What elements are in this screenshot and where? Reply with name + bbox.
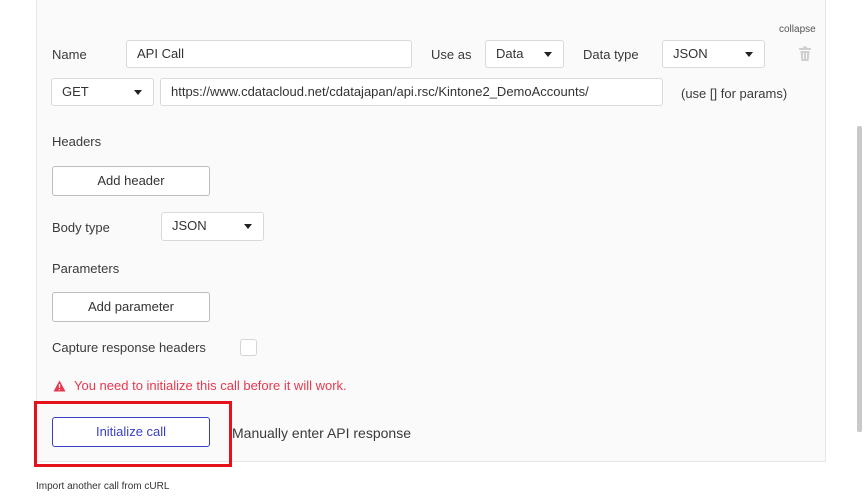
import-curl-link[interactable]: Import another call from cURL xyxy=(36,479,169,495)
data-type-select[interactable]: JSON xyxy=(662,40,765,68)
parameters-label: Parameters xyxy=(52,261,120,276)
data-type-label: Data type xyxy=(583,47,639,62)
use-as-select[interactable]: Data xyxy=(485,40,564,68)
capture-headers-checkbox[interactable] xyxy=(240,339,257,356)
data-type-value: JSON xyxy=(673,46,708,61)
chevron-down-icon xyxy=(745,52,753,57)
url-input[interactable]: https://www.cdatacloud.net/cdatajapan/ap… xyxy=(160,78,663,106)
name-input[interactable]: API Call xyxy=(126,40,412,68)
add-parameter-button[interactable]: Add parameter xyxy=(52,292,210,322)
capture-headers-label: Capture response headers xyxy=(52,340,206,355)
params-hint: (use [] for params) xyxy=(681,86,788,101)
method-select[interactable]: GET xyxy=(51,78,154,106)
chevron-down-icon xyxy=(134,90,142,95)
use-as-value: Data xyxy=(496,46,524,61)
scrollbar[interactable] xyxy=(857,126,862,432)
warning-triangle-icon xyxy=(53,379,66,392)
manual-response-link[interactable]: Manually enter API response xyxy=(232,425,411,441)
use-as-label: Use as xyxy=(431,47,472,62)
body-type-select[interactable]: JSON xyxy=(161,212,264,241)
name-label: Name xyxy=(52,47,87,62)
method-value: GET xyxy=(62,84,89,99)
warning-message: You need to initialize this call before … xyxy=(74,378,347,393)
highlight-box xyxy=(34,401,232,467)
api-call-panel: collapse Name API Call Use as Data Data … xyxy=(34,0,826,467)
chevron-down-icon xyxy=(244,224,252,229)
trash-icon[interactable] xyxy=(798,46,812,62)
body-type-label: Body type xyxy=(52,220,110,235)
add-header-button[interactable]: Add header xyxy=(52,166,210,196)
body-type-value: JSON xyxy=(172,218,207,233)
headers-label: Headers xyxy=(52,134,102,149)
collapse-link[interactable]: collapse xyxy=(779,22,816,38)
chevron-down-icon xyxy=(544,52,552,57)
